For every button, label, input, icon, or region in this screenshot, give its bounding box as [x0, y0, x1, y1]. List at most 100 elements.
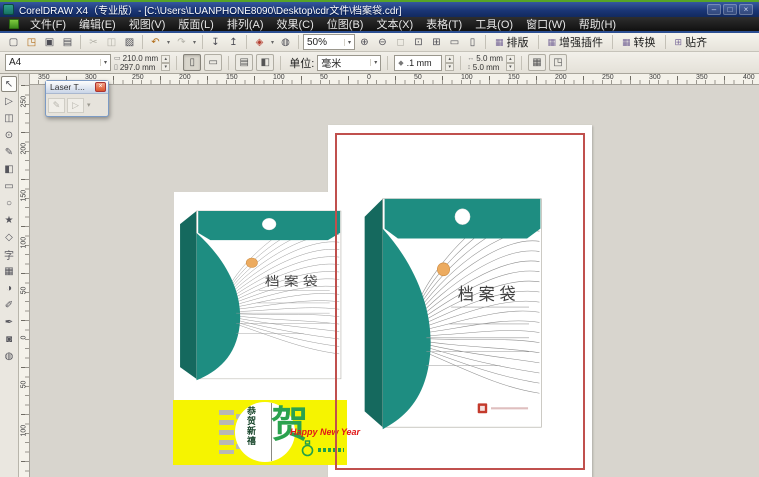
smart-fill-tool[interactable]: ◧	[1, 161, 17, 177]
envelope-right[interactable]: 档案袋	[358, 173, 548, 456]
zoom-all-objects-button[interactable]: ⊡	[410, 34, 427, 50]
zoom-tool[interactable]: ⊙	[1, 127, 17, 143]
treat-as-filled-button[interactable]: ▦	[528, 54, 546, 71]
spin-down-icon[interactable]: ▾	[161, 63, 170, 71]
nudge-spinner[interactable]: ▴ ▾	[445, 55, 454, 71]
corel-online-button[interactable]: ◍	[277, 34, 294, 50]
menu-item-view[interactable]: 视图(V)	[129, 16, 166, 32]
polygon-tool[interactable]: ★	[1, 212, 17, 228]
paper-size-spinner[interactable]: ▴ ▾	[161, 55, 170, 71]
spin-down-icon[interactable]: ▾	[506, 63, 515, 71]
interactive-blend-tool[interactable]: ◑	[1, 280, 17, 296]
fill-tool[interactable]: ◙	[1, 331, 17, 347]
menu-item-layout[interactable]: 版面(L)	[178, 16, 213, 32]
menu-item-edit[interactable]: 编辑(E)	[79, 16, 116, 32]
h-ruler-tick-label: 150	[226, 74, 238, 81]
portrait-button[interactable]: ▯	[183, 54, 201, 71]
spin-up-icon[interactable]: ▴	[506, 55, 515, 63]
duplicate-spinner[interactable]: ▴ ▾	[506, 55, 515, 71]
save-button[interactable]: ▣	[41, 34, 58, 50]
spin-down-icon[interactable]: ▾	[445, 63, 454, 71]
new-year-banner[interactable]: 恭贺新禧 贺 Happy New Year	[173, 400, 347, 465]
duplicate-distance-fields[interactable]: ↔5.0 mm ↕5.0 mm	[467, 54, 503, 72]
zoom-in-button[interactable]: ⊕	[356, 34, 373, 50]
menu-item-help[interactable]: 帮助(H)	[579, 16, 616, 32]
redo-dropdown-icon[interactable]: ▾	[191, 39, 198, 46]
menu-item-table[interactable]: 表格(T)	[426, 16, 462, 32]
paper-size-fields[interactable]: ▭210.0 mm ▯297.0 mm	[114, 54, 158, 72]
crop-tool[interactable]: ◫	[1, 110, 17, 126]
envelope-title: 档案袋	[458, 285, 521, 304]
table-tool[interactable]: ▦	[1, 263, 17, 279]
zoom-selected-button[interactable]: ◻	[392, 34, 409, 50]
ellipse-tool[interactable]: ○	[1, 195, 17, 211]
current-page-button[interactable]: ◧	[256, 54, 274, 71]
separator	[485, 35, 486, 49]
laser-preset-icon[interactable]: ▷	[67, 98, 84, 113]
nudge-field[interactable]: ◆ .1 mm	[394, 55, 442, 71]
palette-dropdown-icon[interactable]: ▾	[87, 101, 91, 109]
palette-title-bar[interactable]: Laser T... ×	[46, 81, 108, 94]
minimize-button[interactable]: –	[707, 4, 721, 15]
menu-item-bitmaps[interactable]: 位图(B)	[327, 16, 364, 32]
freehand-tool[interactable]: ✎	[1, 144, 17, 160]
zoom-page-height-button[interactable]: ▯	[464, 34, 481, 50]
zoom-out-button[interactable]: ⊖	[374, 34, 391, 50]
print-button[interactable]: ▤	[59, 34, 76, 50]
new-button[interactable]: ▢	[5, 34, 22, 50]
cut-button[interactable]: ✂	[85, 34, 102, 50]
spin-up-icon[interactable]: ▴	[161, 55, 170, 63]
app-icon	[3, 4, 14, 15]
menu-item-tools[interactable]: 工具(O)	[475, 16, 513, 32]
envelope-left[interactable]: 档案袋	[174, 192, 347, 400]
export-button[interactable]: ↥	[225, 34, 242, 50]
copy-button[interactable]: ◫	[103, 34, 120, 50]
eyedropper-tool[interactable]: ✐	[1, 297, 17, 313]
menu-item-arrange[interactable]: 排列(A)	[227, 16, 264, 32]
menu-item-file[interactable]: 文件(F)	[30, 16, 66, 32]
enhanced-plugins-button[interactable]: ▦ 增强插件	[543, 34, 609, 51]
maximize-button[interactable]: □	[723, 4, 737, 15]
units-combo[interactable]: 毫米 ▾	[317, 55, 381, 71]
redo-button[interactable]: ↷	[173, 34, 190, 50]
typesetting-button[interactable]: ▦ 排版	[490, 34, 534, 51]
undo-dropdown-icon[interactable]: ▾	[165, 39, 172, 46]
duplicate-x-icon: ↔	[467, 54, 474, 63]
launcher-dropdown-icon[interactable]: ▾	[269, 39, 276, 46]
open-button[interactable]: ◳	[23, 34, 40, 50]
paper-preset-combo[interactable]: A4 ▾	[5, 54, 111, 71]
options-button[interactable]: ◳	[549, 54, 567, 71]
drawing-canvas[interactable]: 档案袋 档案袋 恭贺新禧 贺	[30, 85, 759, 477]
all-pages-button[interactable]: ▤	[235, 54, 253, 71]
zoom-level-value: 50%	[307, 37, 327, 48]
ruler-origin-corner[interactable]	[19, 74, 30, 85]
laser-preset-icon[interactable]: ✎	[48, 98, 65, 113]
h-ruler-tick-label: 50	[320, 74, 328, 81]
basic-shapes-tool[interactable]: ◇	[1, 229, 17, 245]
vertical-ruler[interactable]: 25020015010050050100	[19, 85, 30, 477]
rectangle-tool[interactable]: ▭	[1, 178, 17, 194]
palette-close-button[interactable]: ×	[95, 82, 106, 92]
shape-tool[interactable]: ▷	[1, 93, 17, 109]
interactive-fill-tool[interactable]: ◍	[1, 348, 17, 364]
convert-button[interactable]: ▦ 转换	[617, 34, 661, 51]
application-launcher-button[interactable]: ◈	[251, 34, 268, 50]
laser-toolbar-palette[interactable]: Laser T... × ✎ ▷ ▾	[45, 80, 109, 117]
menu-item-text[interactable]: 文本(X)	[376, 16, 413, 32]
zoom-level-combo[interactable]: 50% ▾	[303, 34, 355, 50]
landscape-button[interactable]: ▭	[204, 54, 222, 71]
snap-to-button[interactable]: ⊞ 贴齐	[670, 34, 713, 51]
paste-button[interactable]: ▨	[121, 34, 138, 50]
zoom-page-width-button[interactable]: ▭	[446, 34, 463, 50]
text-tool[interactable]: 字	[1, 246, 17, 262]
menu-item-effects[interactable]: 效果(C)	[277, 16, 314, 32]
pick-tool[interactable]: ↖	[1, 76, 17, 92]
undo-button[interactable]: ↶	[147, 34, 164, 50]
spin-up-icon[interactable]: ▴	[445, 55, 454, 63]
menu-item-window[interactable]: 窗口(W)	[526, 16, 566, 32]
close-button[interactable]: ×	[739, 4, 753, 15]
horizontal-ruler[interactable]: 3503002502001501005005010015020025030035…	[19, 74, 759, 85]
zoom-to-page-button[interactable]: ⊞	[428, 34, 445, 50]
import-button[interactable]: ↧	[207, 34, 224, 50]
outline-pen-tool[interactable]: ✒	[1, 314, 17, 330]
